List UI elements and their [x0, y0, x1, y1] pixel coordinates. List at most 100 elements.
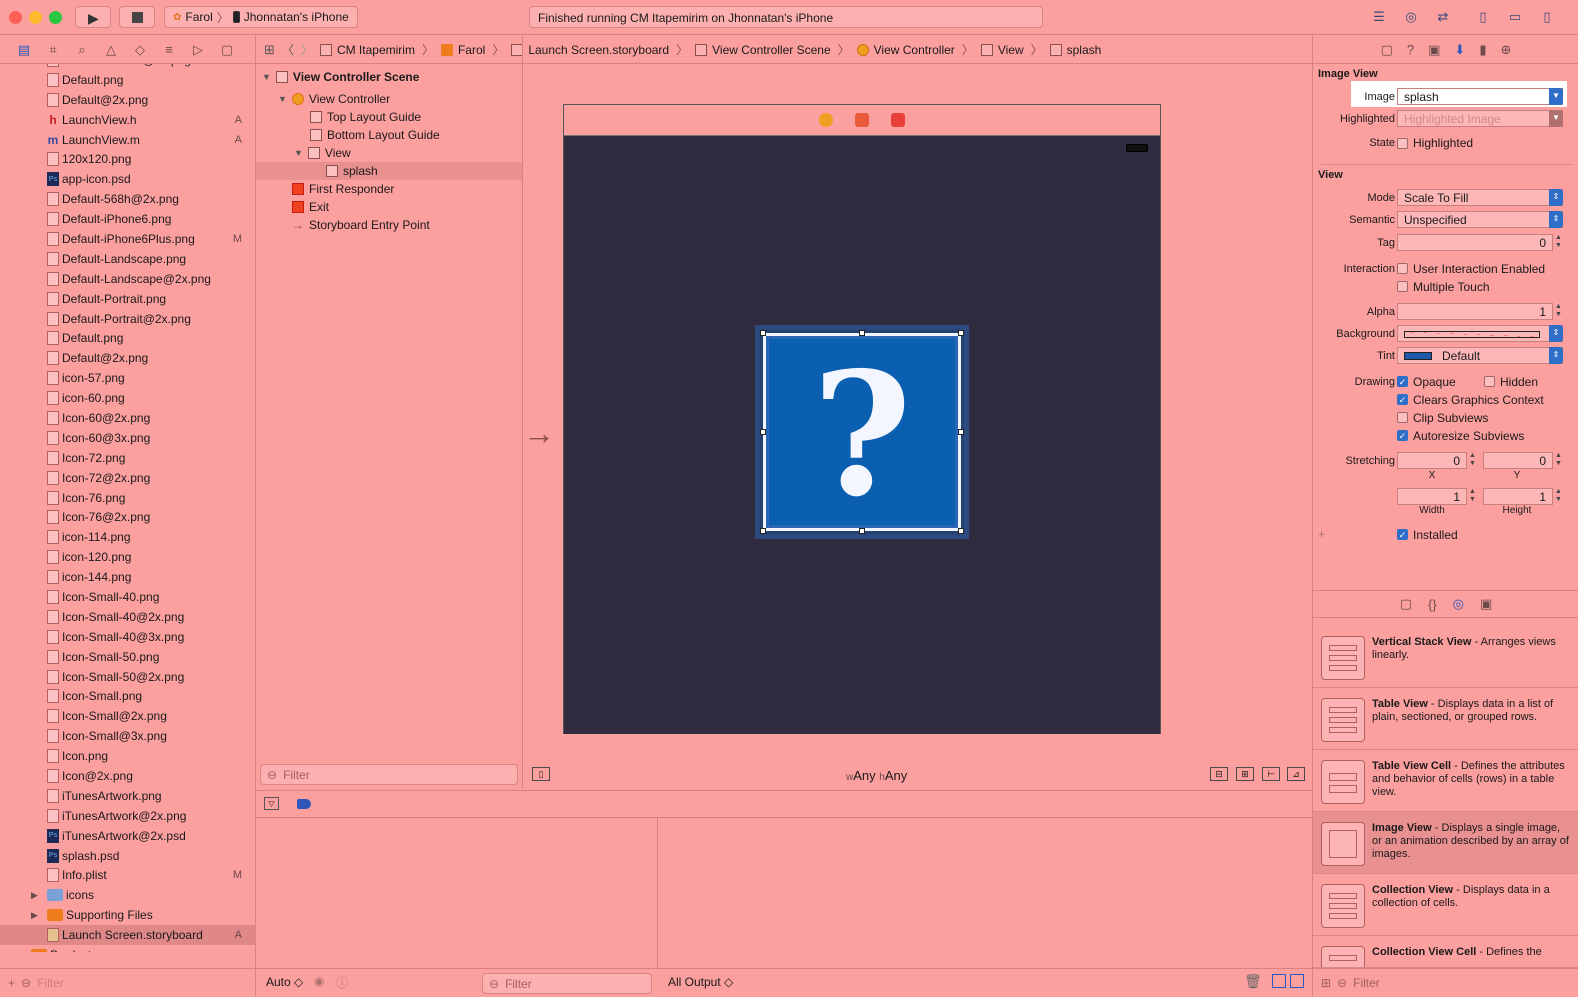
file-list-item[interactable]: Default-Portrait@2x.png — [0, 309, 256, 329]
breadcrumb-file[interactable]: Launch Screen.storyboard — [511, 43, 669, 57]
file-list-item[interactable]: Default@2x.png — [0, 348, 256, 368]
highlighted-image-combo[interactable]: Highlighted Image ▼ — [1397, 110, 1563, 127]
outline-filter-input[interactable]: Filter — [283, 768, 310, 782]
resize-handle[interactable] — [859, 528, 865, 534]
breakpoints-toggle-icon[interactable] — [297, 799, 311, 809]
resize-handle[interactable] — [760, 528, 766, 534]
search-icon[interactable]: ⌕ — [72, 42, 92, 58]
toggle-debug-area-icon[interactable]: ▭ — [1502, 8, 1528, 26]
file-list-item[interactable]: Icon-Small-40@3x.png — [0, 627, 256, 647]
file-list-item[interactable]: ▶ Products — [0, 945, 256, 952]
version-editor-icon[interactable]: ⇄ — [1430, 8, 1456, 26]
align-icon[interactable]: ⊞ — [1236, 767, 1254, 781]
size-inspector-icon[interactable]: ▮ — [1479, 42, 1486, 58]
exit-icon[interactable] — [891, 113, 905, 127]
file-list-item[interactable]: Icon.png — [0, 746, 256, 766]
debug-divider[interactable] — [657, 818, 658, 968]
file-list-item[interactable]: icon-57.png — [0, 368, 256, 388]
navigator-filter-input[interactable]: Filter — [37, 976, 64, 990]
disclosure-triangle-icon[interactable]: ▶ — [31, 910, 38, 921]
file-list-item[interactable]: ▶ icons — [0, 885, 256, 905]
entry-point-arrow-icon[interactable]: → — [523, 415, 555, 452]
file-list-item[interactable]: Icon-72@2x.png — [0, 468, 256, 488]
user-interaction-checkbox[interactable] — [1397, 263, 1408, 274]
variables-view-icon[interactable] — [1272, 974, 1286, 988]
resize-handle[interactable] — [760, 429, 766, 435]
hide-debug-area-icon[interactable]: ▽ — [264, 797, 279, 810]
outline-item-scene[interactable]: ▼ View Controller Scene — [262, 68, 419, 86]
image-combo[interactable]: splash ▼ — [1397, 88, 1563, 105]
warning-icon[interactable]: △ — [101, 42, 121, 58]
object-library-icon[interactable]: ◎ — [1453, 596, 1464, 612]
view-controller-icon[interactable] — [819, 113, 833, 127]
size-class-button[interactable]: wAny hAny — [846, 768, 907, 783]
report-icon[interactable]: ▢ — [217, 42, 237, 58]
file-list-item[interactable]: Icon-Small.png — [0, 687, 256, 707]
disclosure-triangle-icon[interactable]: ▼ — [278, 94, 287, 104]
file-list-item[interactable]: h LaunchView.h A — [0, 110, 256, 130]
stretch-x-field[interactable]: 0 — [1397, 452, 1467, 469]
toggle-utilities-icon[interactable]: ▯ — [1534, 8, 1560, 26]
stretch-y-field[interactable]: 0 — [1483, 452, 1553, 469]
file-list-item[interactable]: Icon-Small-40.png — [0, 587, 256, 607]
stretch-width-stepper-icon[interactable]: ▲ ▼ — [1469, 488, 1477, 505]
identity-inspector-icon[interactable]: ▣ — [1428, 42, 1440, 58]
disclosure-triangle-icon[interactable]: ▼ — [262, 72, 271, 82]
stop-button[interactable] — [119, 6, 155, 28]
pin-icon[interactable]: ⊢ — [1262, 767, 1280, 781]
outline-item-top-layout-guide[interactable]: Top Layout Guide — [310, 108, 421, 126]
file-list-item[interactable]: Icon-72.png — [0, 448, 256, 468]
tint-color-well[interactable]: Default ⇕ — [1397, 347, 1563, 364]
minimize-window-button[interactable] — [29, 11, 42, 24]
alpha-stepper-icon[interactable]: ▲ ▼ — [1555, 303, 1563, 320]
assistant-editor-icon[interactable]: ◎ — [1398, 8, 1424, 26]
symbol-navigator-icon[interactable]: ⌗ — [43, 42, 63, 58]
library-item-collection-view-cell[interactable]: Collection View Cell - Defines the — [1313, 936, 1578, 968]
add-variation-button[interactable]: + — [1318, 527, 1325, 541]
outline-item-bottom-layout-guide[interactable]: Bottom Layout Guide — [310, 126, 440, 144]
splash-image-view[interactable]: ? — [755, 325, 969, 539]
outline-item-entry-point[interactable]: → Storyboard Entry Point — [292, 216, 430, 234]
autoresize-checkbox[interactable]: ✓ — [1397, 430, 1408, 441]
zoom-window-button[interactable] — [49, 11, 62, 24]
multiple-touch-checkbox[interactable] — [1397, 281, 1408, 292]
variables-filter-field[interactable]: ⊖ Filter — [482, 973, 652, 994]
resize-handle[interactable] — [958, 330, 964, 336]
grid-view-icon[interactable]: ⊞ — [1321, 976, 1331, 990]
variables-scope-select[interactable]: Auto ◇ — [266, 975, 303, 989]
scene-frame[interactable]: ? — [563, 104, 1161, 734]
file-list-item[interactable]: Default-iPhone6.png — [0, 209, 256, 229]
installed-checkbox[interactable]: ✓ — [1397, 529, 1408, 540]
outline-item-splash[interactable]: splash — [256, 162, 522, 180]
file-list-item[interactable]: Default-Landscape.png — [0, 249, 256, 269]
tag-field[interactable]: 0 — [1397, 234, 1553, 251]
console-view-icon[interactable] — [1290, 974, 1304, 988]
file-list-item[interactable]: Default-iPhone6Plus.png M — [0, 229, 256, 249]
breadcrumb-scene[interactable]: View Controller Scene — [695, 43, 831, 57]
file-list-item[interactable]: Default-Landscape@2x.png — [0, 269, 256, 289]
toggle-outline-icon[interactable]: ▯ — [532, 767, 550, 781]
device-view[interactable]: ? — [564, 136, 1160, 734]
file-list-item[interactable]: Icon-60@2x.png — [0, 408, 256, 428]
mode-select[interactable]: Scale To Fill ⇕ — [1397, 189, 1563, 206]
file-list-item[interactable]: icon-120.png — [0, 547, 256, 567]
close-window-button[interactable] — [9, 11, 22, 24]
file-list-item[interactable]: Default-Portrait.png — [0, 289, 256, 309]
file-list-item[interactable]: ▶ Supporting Files — [0, 905, 256, 925]
console-output-select[interactable]: All Output ◇ — [668, 975, 733, 989]
attributes-inspector-icon[interactable]: ⬇ — [1454, 42, 1465, 58]
disclosure-triangle-icon[interactable]: ▶ — [16, 950, 23, 952]
library-item-table-view[interactable]: Table View - Displays data in a list of … — [1313, 688, 1578, 750]
file-list-item[interactable]: iTunesArtwork.png — [0, 786, 256, 806]
file-list-item[interactable]: Launch Screen.storyboard A — [0, 925, 256, 946]
outline-filter-field[interactable]: ⊖ Filter — [260, 764, 518, 785]
file-list-item[interactable]: icon-60.png — [0, 388, 256, 408]
stretch-x-stepper-icon[interactable]: ▲ ▼ — [1469, 452, 1477, 469]
file-list-item[interactable]: iTunesArtwork@2x.png — [0, 806, 256, 826]
scheme-selector[interactable]: ✿ Farol 〉 Jhonnatan's iPhone — [164, 6, 358, 28]
file-list-item[interactable]: 120x120.png — [0, 149, 256, 169]
file-list-item[interactable]: Icon-Small@3x.png — [0, 726, 256, 746]
file-list-item[interactable]: Default-568h@2x.png — [0, 189, 256, 209]
connections-inspector-icon[interactable]: ⊕ — [1500, 42, 1511, 58]
breadcrumb-image[interactable]: splash — [1049, 43, 1101, 57]
